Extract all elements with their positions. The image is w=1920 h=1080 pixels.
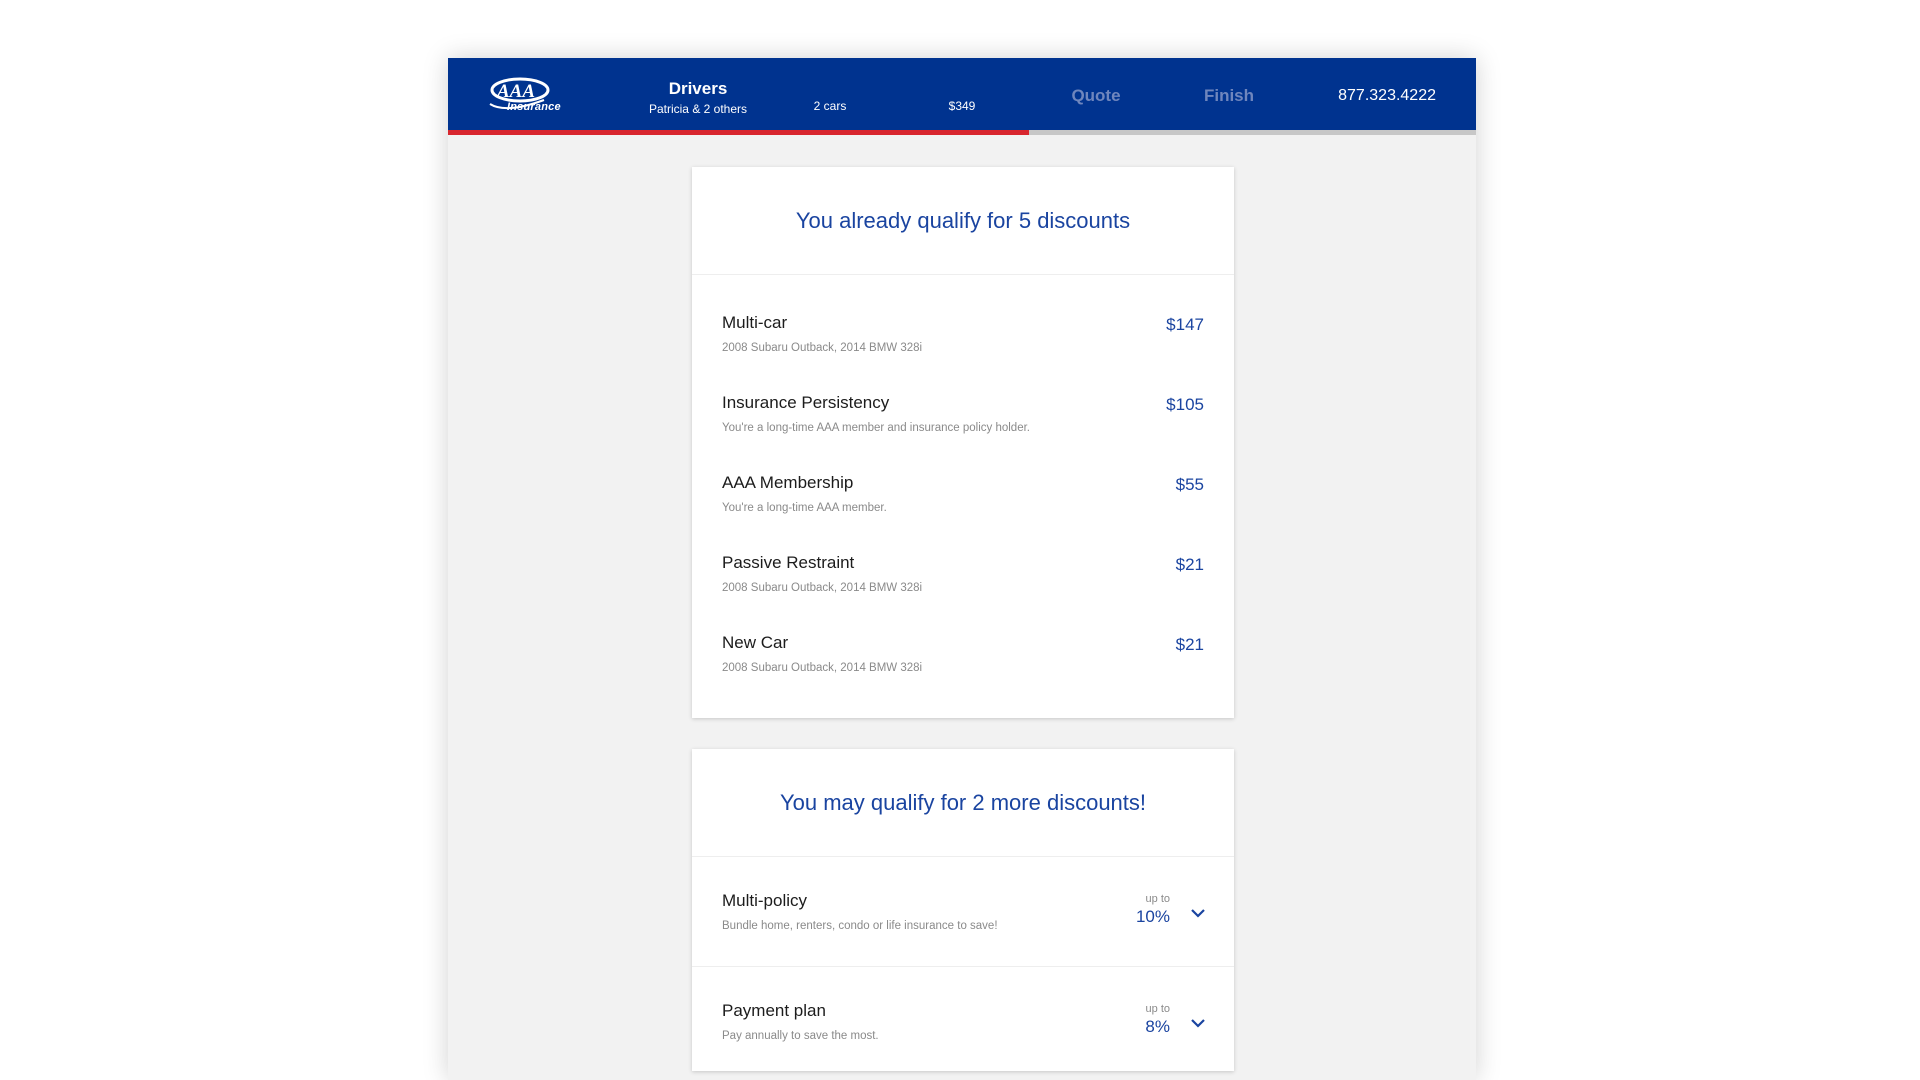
app-window: AAA Insurance Drivers Patricia & 2 other… [448,58,1476,1080]
discount-description: 2008 Subaru Outback, 2014 BMW 328i [722,662,923,674]
discount-amount: $21 [1175,635,1204,654]
discount-description: You're a long-time AAA member and insura… [722,422,1030,434]
discount-description: 2008 Subaru Outback, 2014 BMW 328i [722,342,923,354]
list-item: Multi-car 2008 Subaru Outback, 2014 BMW … [692,313,1234,393]
step-drivers-subtitle: Patricia & 2 others [648,102,748,116]
discount-name: Multi-car [722,313,788,332]
step-cars[interactable]: 2 cars [790,99,870,113]
list-item: AAA Membership You're a long-time AAA me… [692,473,1234,553]
discount-description: Bundle home, renters, condo or life insu… [722,920,998,932]
phone-number[interactable]: 877.323.4222 [1338,87,1436,105]
discount-amount: $147 [1166,315,1204,334]
up-to-label: up to [1145,1003,1170,1015]
expandable-discount-payment-plan[interactable]: Payment plan Pay annually to save the mo… [692,967,1234,1077]
discount-amount: $55 [1175,475,1204,494]
discount-percent: 8% [1145,1017,1170,1036]
discount-max: up to 8% [1145,1003,1170,1037]
discount-name: Insurance Persistency [722,393,890,412]
discount-description: You're a long-time AAA member. [722,502,887,514]
chevron-down-icon[interactable] [1190,907,1206,919]
step-price[interactable]: $349 [922,99,1002,113]
discount-max: up to 10% [1136,893,1170,927]
discount-name: AAA Membership [722,473,854,492]
chevron-down-icon[interactable] [1190,1017,1206,1029]
discount-amount: $105 [1166,395,1204,414]
more-discounts-title: You may qualify for 2 more discounts! [692,749,1234,857]
list-item: New Car 2008 Subaru Outback, 2014 BMW 32… [692,633,1234,713]
discount-name: Multi-policy [722,891,808,910]
progress-bar [448,130,1476,135]
list-item: Passive Restraint 2008 Subaru Outback, 2… [692,553,1234,633]
qualified-discounts-card: You already qualify for 5 discounts Mult… [692,167,1234,718]
discount-name: Payment plan [722,1001,826,1020]
up-to-label: up to [1145,893,1170,905]
discount-name: Passive Restraint [722,553,855,572]
discount-description: Pay annually to save the most. [722,1030,879,1042]
step-drivers[interactable]: Drivers Patricia & 2 others [628,79,768,116]
list-item: Insurance Persistency You're a long-time… [692,393,1234,473]
aaa-logo[interactable]: AAA Insurance [486,74,566,118]
qualified-discounts-title: You already qualify for 5 discounts [692,167,1234,275]
logo-wordmark: Insurance [507,101,561,113]
discount-description: 2008 Subaru Outback, 2014 BMW 328i [722,582,923,594]
step-drivers-title: Drivers [668,79,728,98]
step-quote[interactable]: Quote [1046,86,1146,106]
progress-bar-fill [448,130,1029,135]
top-navigation-bar: AAA Insurance Drivers Patricia & 2 other… [448,58,1476,130]
expandable-discount-multi-policy[interactable]: Multi-policy Bundle home, renters, condo… [692,857,1234,967]
svg-text:AAA: AAA [496,81,535,102]
step-finish[interactable]: Finish [1179,86,1279,106]
discount-percent: 10% [1135,907,1170,926]
qualified-discounts-list: Multi-car 2008 Subaru Outback, 2014 BMW … [692,275,1234,713]
more-discounts-card: You may qualify for 2 more discounts! Mu… [692,749,1234,1071]
discount-amount: $21 [1175,555,1204,574]
discount-name: New Car [722,633,789,652]
